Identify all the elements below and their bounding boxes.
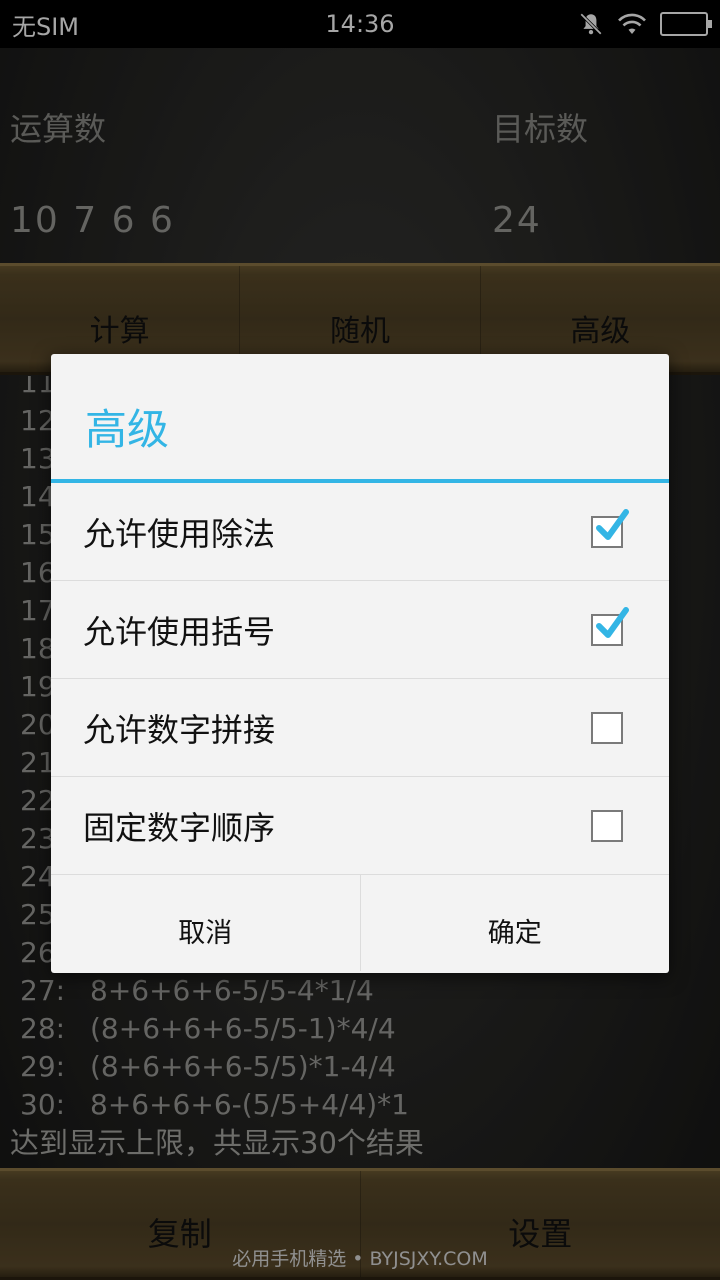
option-label: 固定数字顺序 [83, 808, 276, 847]
checkmark-icon [596, 606, 629, 638]
option-row[interactable]: 固定数字顺序 [51, 777, 669, 875]
checkbox-unchecked[interactable] [591, 711, 623, 744]
checkbox-checked[interactable] [591, 606, 629, 646]
dialog-actions: 取消 确定 [51, 875, 669, 971]
ok-button[interactable]: 确定 [361, 875, 670, 971]
option-row[interactable]: 允许使用除法 [51, 483, 669, 581]
checkmark-icon [596, 508, 629, 540]
option-label: 允许使用括号 [83, 612, 276, 651]
advanced-dialog: 高级 允许使用除法 允许使用括号 允许数字拼接 固定数字顺序 取消 确定 [51, 354, 669, 973]
option-row[interactable]: 允许数字拼接 [51, 679, 669, 777]
checkbox-unchecked[interactable] [591, 809, 623, 842]
cancel-button[interactable]: 取消 [51, 875, 361, 971]
option-label: 允许使用除法 [83, 514, 276, 553]
option-row[interactable]: 允许使用括号 [51, 581, 669, 679]
dialog-title: 高级 [51, 354, 669, 483]
checkbox-checked[interactable] [591, 508, 629, 548]
option-label: 允许数字拼接 [83, 710, 276, 749]
